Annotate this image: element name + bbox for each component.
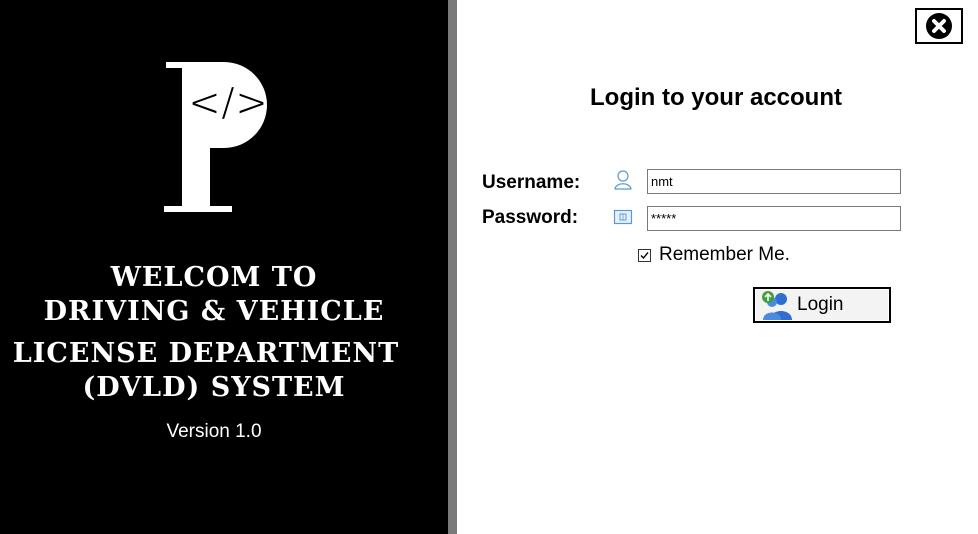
login-button-label: Login [797, 294, 844, 315]
close-button[interactable] [915, 8, 963, 44]
username-field[interactable] [647, 169, 901, 194]
remember-me[interactable]: Remember Me. [638, 244, 790, 266]
user-icon [614, 170, 632, 190]
welcome-line-2: DRIVING & VEHICLE [43, 296, 385, 327]
welcome-line-4: (DVLD) SYSTEM [82, 372, 346, 403]
logo-code-glyph: </> [188, 80, 269, 126]
check-icon [640, 251, 649, 259]
close-icon [926, 13, 952, 39]
password-label: Password: [482, 207, 579, 228]
remember-checkbox[interactable] [638, 248, 651, 262]
welcome-line-3: LICENSE DEPARTMENT [12, 338, 400, 369]
remember-label: Remember Me. [659, 244, 790, 265]
welcome-line-1: WELCOM TO [110, 262, 318, 293]
branding-panel: P </> WELCOM TO DRIVING & VEHICLE LICENS… [0, 0, 448, 534]
login-users-icon [762, 291, 792, 320]
username-label: Username: [482, 172, 581, 193]
app-logo: P </> [160, 56, 269, 212]
password-icon [613, 209, 633, 225]
panel-divider [448, 0, 457, 534]
version-label: Version 1.0 [166, 421, 262, 442]
login-title: Login to your account [590, 84, 842, 111]
logo-letter: P [160, 56, 161, 57]
password-field[interactable] [647, 206, 901, 231]
login-button[interactable]: Login [753, 287, 891, 323]
